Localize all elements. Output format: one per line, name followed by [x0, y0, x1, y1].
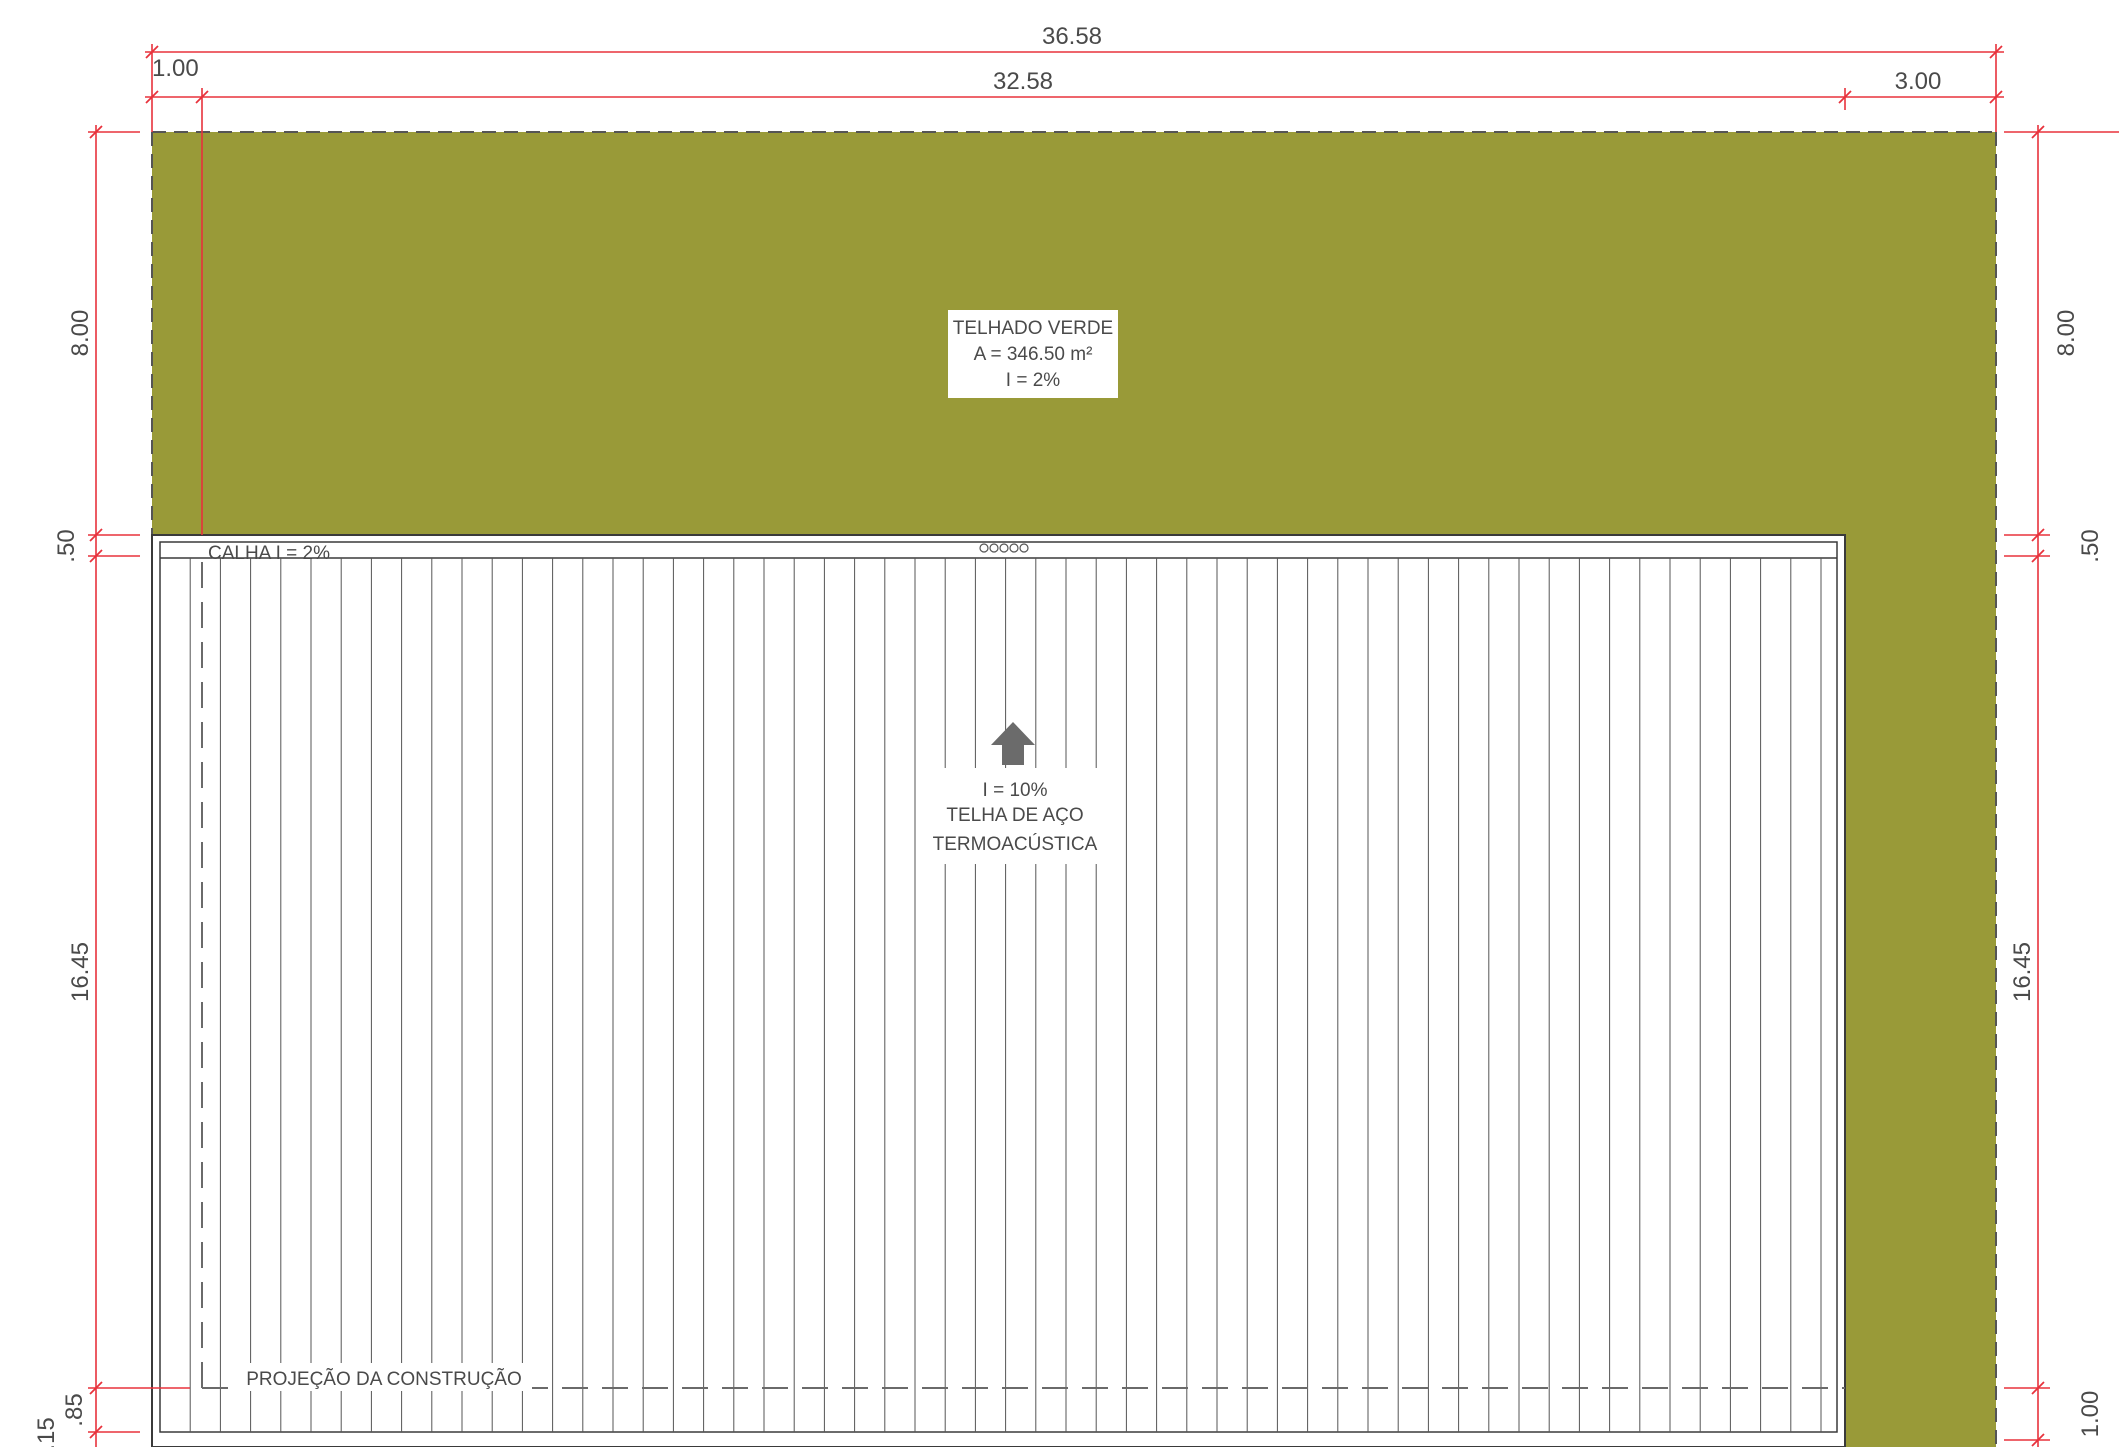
steel-roof-outer [151, 534, 1846, 1447]
dim-top-total: 36.58 [1042, 23, 1102, 50]
dim-left-015: .15 [33, 1417, 60, 1447]
gutter-label: CALHA I = 2% [208, 543, 330, 564]
dim-right-8: 8.00 [2053, 310, 2080, 357]
green-roof-label: TELHADO VERDE A = 346.50 m² I = 2% [948, 310, 1118, 398]
steel-roof [151, 534, 1846, 1447]
dim-right-1645: 16.45 [2009, 942, 2036, 1002]
green-roof-area-value: A = 346.50 m² [974, 344, 1093, 365]
projection-label: PROJEÇÃO DA CONSTRUÇÃO [236, 1363, 532, 1391]
roof-slope-label: I = 10% [983, 780, 1048, 801]
roof-type-line1: TELHA DE AÇO [946, 805, 1083, 826]
dim-right-100: 1.00 [2077, 1391, 2104, 1438]
dim-right-050: .50 [2077, 529, 2104, 562]
green-roof-slope: I = 2% [1006, 370, 1060, 391]
dim-top-right: 3.00 [1895, 68, 1942, 95]
dim-left-8: 8.00 [67, 310, 94, 357]
projection-label-text: PROJEÇÃO DA CONSTRUÇÃO [246, 1368, 522, 1390]
dim-left-1645: 16.45 [67, 942, 94, 1002]
dim-top-left: 1.00 [152, 55, 199, 82]
roof-type-line2: TERMOACÚSTICA [933, 833, 1098, 855]
roof-plan-drawing: TELHADO VERDE A = 346.50 m² I = 2% CALHA… [33, 23, 2119, 1447]
dim-top-mid: 32.58 [993, 68, 1053, 95]
dim-left-050: .50 [53, 529, 80, 562]
green-roof-title: TELHADO VERDE [953, 318, 1113, 339]
dim-left-085: .85 [61, 1393, 88, 1426]
